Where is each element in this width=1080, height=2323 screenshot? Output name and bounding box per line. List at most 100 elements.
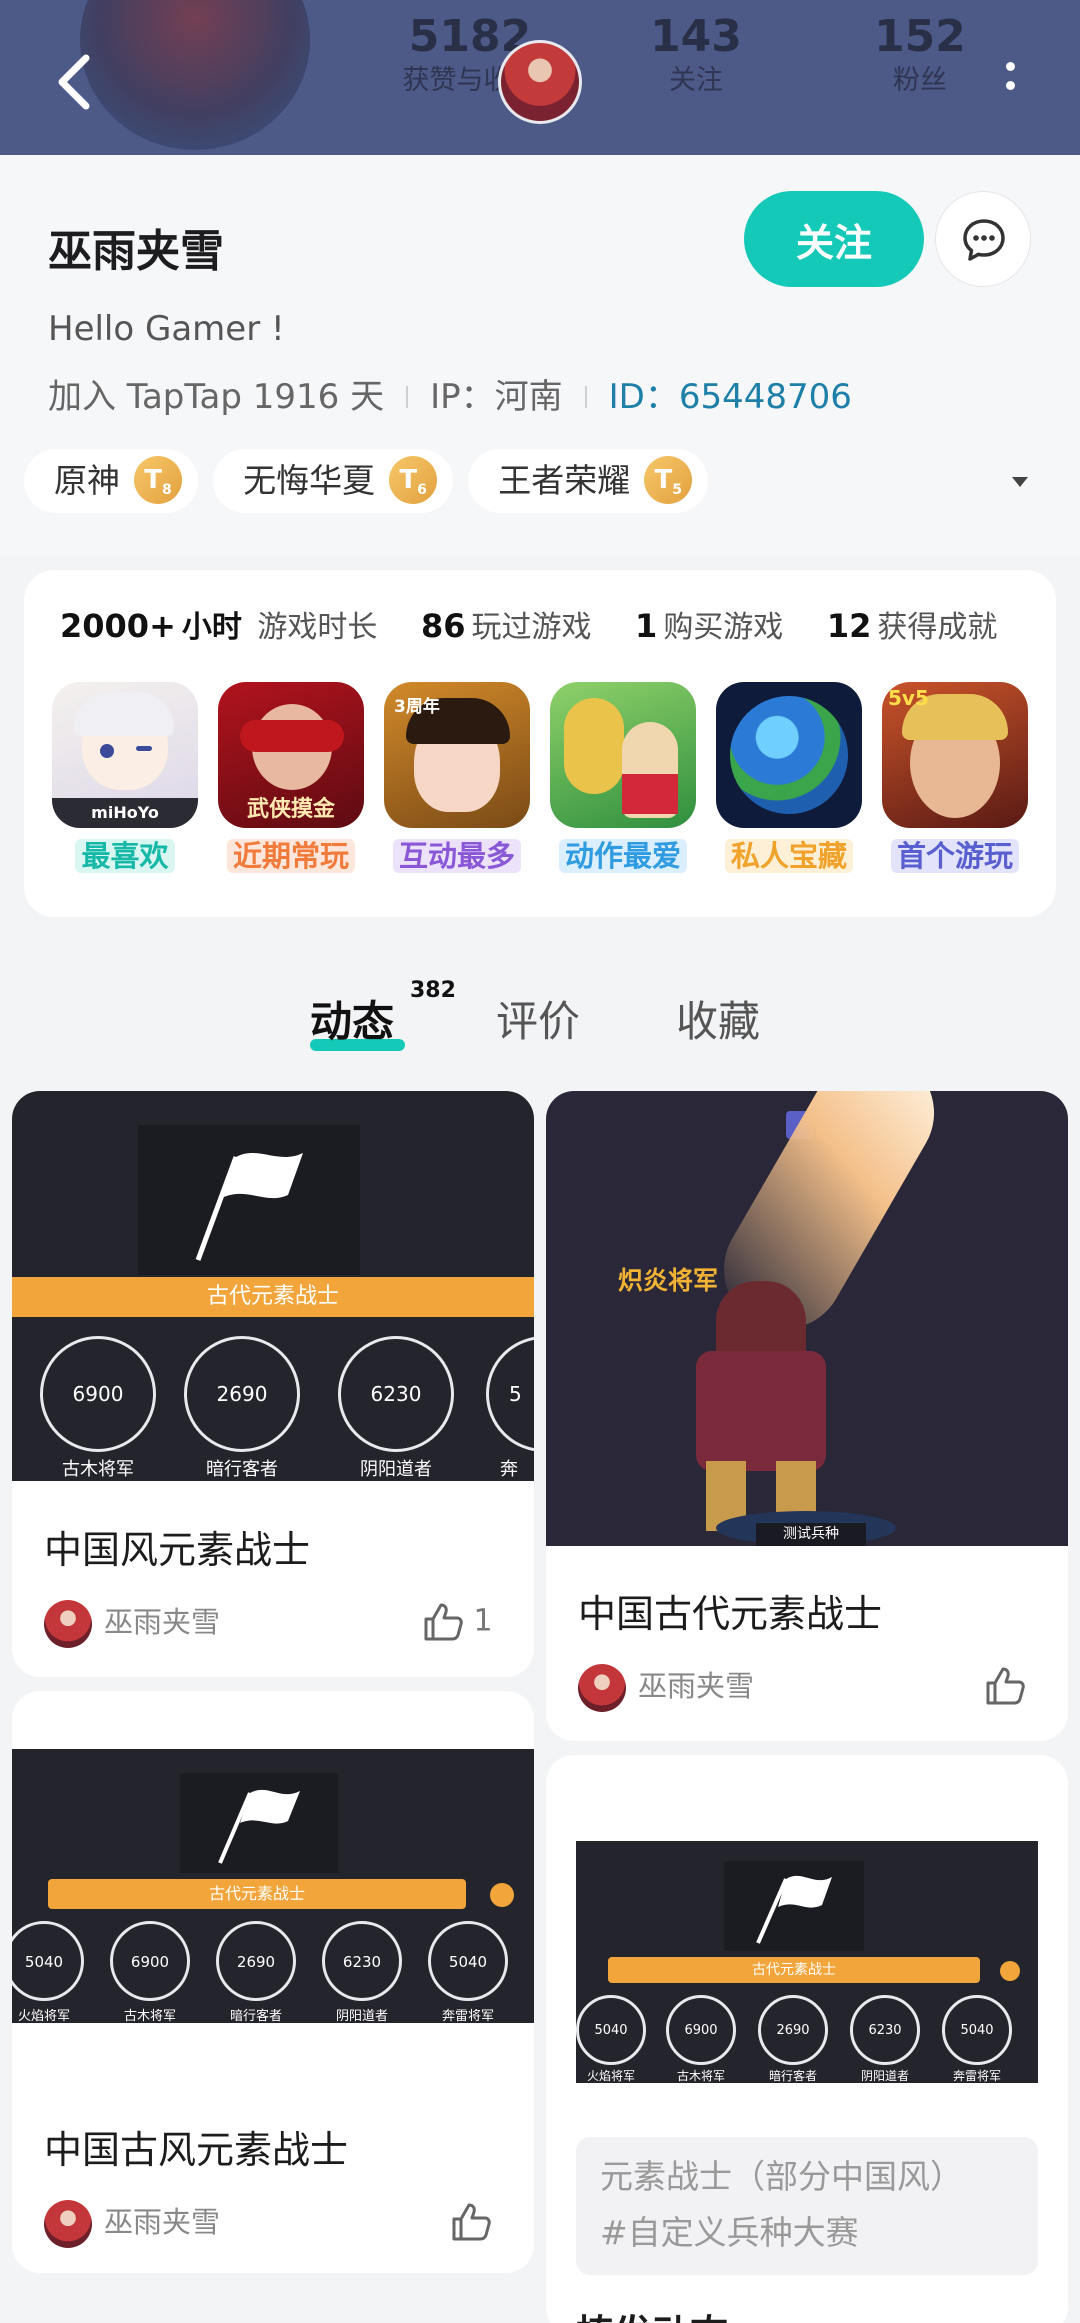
unit-name: 暗行客者 — [229, 2009, 282, 2023]
stat-unit: 小时 — [181, 610, 242, 645]
game-first[interactable]: 5v5 首个游玩 — [882, 682, 1028, 876]
post-card[interactable]: 炽炎将军 测试兵种 中国古代元素战士 巫雨夹雪 — [546, 1091, 1068, 1741]
game-tag-wuhui[interactable]: 无悔华夏 T6 — [213, 449, 454, 513]
header-background-avatar — [80, 0, 310, 150]
post-author[interactable]: 巫雨夹雪 — [44, 2199, 220, 2248]
followers-count: 152 — [874, 11, 966, 62]
message-button[interactable] — [935, 191, 1031, 287]
like-button[interactable] — [984, 1665, 1026, 1707]
unit-name: 古木将军 — [62, 1459, 134, 1480]
back-button[interactable] — [48, 52, 100, 112]
unit-name: 奔雷将军 — [952, 2069, 1001, 2083]
post-card[interactable]: 古代元素战士 6900 2690 6230 5 古木将军 暗行客者 阴阳道者 奔… — [12, 1091, 534, 1677]
played-games-stat[interactable]: 86 玩过游戏 — [421, 602, 592, 646]
level-number: 8 — [162, 481, 172, 498]
game-tag-genshin[interactable]: 原神 T8 — [24, 449, 198, 513]
more-options-icon[interactable] — [1000, 62, 1020, 104]
post-thumbnail: 古代元素战士 6900 2690 6230 5 古木将军 暗行客者 阴阳道者 奔 — [12, 1091, 534, 1481]
like-button[interactable] — [450, 2201, 492, 2243]
post-card[interactable]: 古代元素战士 5040 6900 2690 6230 5040 火焰将军 古木将… — [12, 1691, 534, 2273]
level-badge-icon: T8 — [134, 455, 182, 504]
unit-circle: 2690 — [758, 1995, 828, 2065]
join-days: 加入 TapTap 1916 天 — [48, 377, 385, 417]
wuxia-game-icon: 武侠摸金 — [218, 682, 364, 828]
expand-tags-caret-icon[interactable] — [1012, 477, 1028, 487]
game-label-text: 私人宝藏 — [724, 839, 853, 873]
author-name: 巫雨夹雪 — [638, 1669, 755, 1703]
post-thumbnail: 古代元素战士 5040 6900 2690 6230 5040 火焰将军 古木将… — [12, 1749, 534, 2023]
tab-label: 收藏 — [676, 997, 761, 1046]
unit-value: 2690 — [776, 2023, 810, 2038]
game-treasure[interactable]: 私人宝藏 — [716, 682, 862, 876]
chat-bubble-icon — [963, 219, 1005, 261]
post-author[interactable]: 巫雨夹雪 — [44, 1599, 220, 1648]
game-tags: 原神 T8 无悔华夏 T6 王者荣耀 T5 — [24, 449, 718, 513]
game-action[interactable]: 动作最爱 — [550, 682, 696, 876]
game-interactive[interactable]: 3周年 互动最多 — [384, 682, 530, 876]
hashtag-link[interactable]: #自定义兵种大赛 — [600, 2205, 1014, 2261]
unit-circle: 2690 — [216, 1921, 296, 2001]
tab-reviews[interactable]: 评价 — [496, 988, 580, 1049]
post-description: 元素战士（部分中国风） #自定义兵种大赛 — [576, 2137, 1038, 2275]
unit-value: 6230 — [868, 2023, 902, 2038]
stat-label: 游戏时长 — [257, 610, 378, 645]
post-title: 植发动态 — [576, 2303, 728, 2323]
unit-name: 阴阳道者 — [360, 1459, 432, 1480]
unit-name: 奔 — [500, 1459, 518, 1480]
unit-circle: 6900 — [666, 1995, 736, 2065]
game-favorite[interactable]: miHoYo 最喜欢 — [52, 682, 198, 876]
user-id[interactable]: ID：65448706 — [609, 377, 852, 417]
follow-button[interactable]: 关注 — [744, 191, 924, 287]
game-label-text: 首个游玩 — [890, 839, 1019, 873]
unit-circle: 6230 — [338, 1336, 454, 1452]
profile-info: 巫雨夹雪 关注 Hello Gamer ! 加入 TapTap 1916 天 IP… — [0, 155, 1080, 555]
unit-circle: 5 — [486, 1336, 534, 1452]
avatar[interactable] — [498, 40, 582, 124]
post-thumbnail: 炽炎将军 测试兵种 — [546, 1091, 1068, 1546]
tag-label: 王者荣耀 — [498, 461, 631, 500]
game-stats-card: 2000+ 小时 游戏时长 86 玩过游戏 1 购买游戏 12 获得成就 miHoYo … — [24, 570, 1056, 917]
stat-value: 2000+ — [60, 607, 176, 645]
honor-of-kings-game-icon: 5v5 — [882, 682, 1028, 828]
achievements-stat[interactable]: 12 获得成就 — [827, 602, 998, 646]
thumbs-up-icon — [986, 1667, 1025, 1705]
purchased-games-stat[interactable]: 1 购买游戏 — [635, 602, 783, 646]
banner-label: 古代元素战士 — [12, 1277, 534, 1317]
game-recent[interactable]: 武侠摸金 近期常玩 — [218, 682, 364, 876]
stat-label: 购买游戏 — [663, 610, 784, 645]
unit-name: 暗行客者 — [206, 1459, 278, 1480]
unit-circle: 2690 — [184, 1336, 300, 1452]
stat-value: 86 — [420, 607, 466, 645]
tab-posts[interactable]: 动态 382 — [310, 978, 456, 1051]
followers-label: 粉丝 — [893, 65, 947, 96]
followers-stat[interactable]: 152 粉丝 — [860, 10, 980, 98]
unit-circle: 6230 — [850, 1995, 920, 2065]
profile-meta: 加入 TapTap 1916 天 IP：河南 ID：65448706 — [48, 369, 852, 418]
unit-circle: 6900 — [110, 1921, 190, 2001]
post-thumbnail: 古代元素战士 5040 6900 2690 6230 5040 火焰将军 古木将… — [576, 1841, 1038, 2083]
following-stat[interactable]: 143 关注 — [636, 10, 756, 98]
thumbs-up-icon — [452, 2203, 491, 2241]
icon-text: miHoYo — [52, 798, 198, 828]
banner-label: 古代元素战士 — [608, 1957, 980, 1983]
game-label: 最喜欢 — [52, 836, 198, 876]
game-label-text: 近期常玩 — [226, 839, 355, 873]
tab-favorites[interactable]: 收藏 — [676, 988, 760, 1049]
icon-text: 3周年 — [394, 697, 440, 717]
play-time-stat[interactable]: 2000+ 小时 游戏时长 — [60, 602, 377, 646]
chevron-left-icon — [58, 54, 90, 110]
stat-label: 获得成就 — [877, 610, 998, 645]
author-name: 巫雨夹雪 — [104, 1605, 221, 1639]
like-count: 1 — [473, 1603, 493, 1639]
post-author[interactable]: 巫雨夹雪 — [578, 1663, 754, 1712]
following-label: 关注 — [669, 65, 723, 96]
game-label: 近期常玩 — [218, 836, 364, 876]
bio-text: Hello Gamer ! — [48, 309, 285, 349]
game-tag-honor[interactable]: 王者荣耀 T5 — [468, 449, 709, 513]
game-label-text: 互动最多 — [392, 839, 521, 873]
author-avatar — [578, 1664, 626, 1712]
post-card[interactable]: 古代元素战士 5040 6900 2690 6230 5040 火焰将军 古木将… — [546, 1755, 1068, 2323]
description-line: 元素战士（部分中国风） — [600, 2157, 963, 2196]
username: 巫雨夹雪 — [48, 226, 224, 277]
like-button[interactable]: 1 — [422, 1601, 493, 1643]
